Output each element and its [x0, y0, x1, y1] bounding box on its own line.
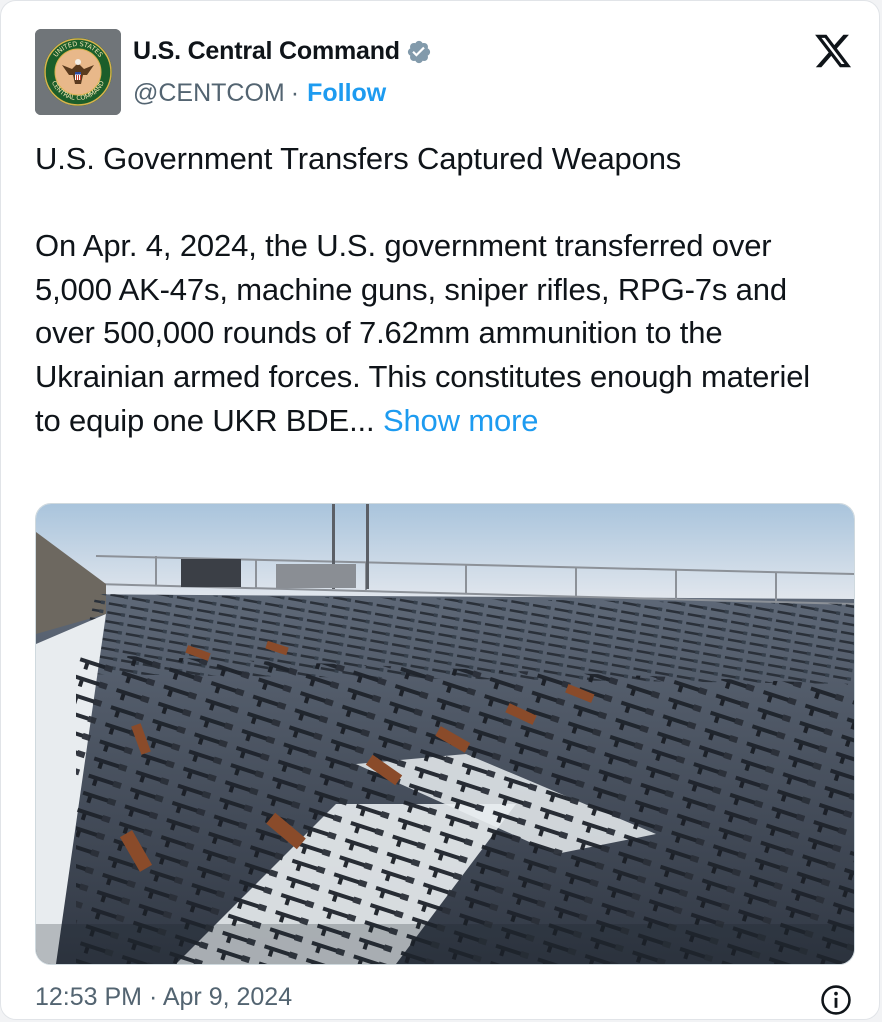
handle-separator: · [290, 79, 300, 107]
centcom-seal-icon: UNITED STATES CENTRAL COMMAND [35, 29, 121, 115]
follow-button[interactable]: Follow [307, 79, 386, 108]
author-handle-row: @CENTCOM · Follow [133, 79, 386, 108]
post-text: U.S. Government Transfers Captured Weapo… [35, 137, 835, 442]
author-name-row: U.S. Central Command [133, 37, 432, 66]
weapons-photo [36, 504, 854, 964]
show-more-link[interactable]: Show more [383, 403, 539, 438]
verified-badge-icon [407, 40, 430, 63]
x-logo-icon[interactable] [813, 31, 853, 71]
author-handle[interactable]: @CENTCOM [133, 79, 285, 108]
post-body: On Apr. 4, 2024, the U.S. government tra… [35, 224, 835, 442]
post-image[interactable] [35, 503, 855, 965]
post-timestamp[interactable]: 12:53 PM · Apr 9, 2024 [35, 983, 292, 1012]
info-icon[interactable] [819, 983, 853, 1017]
post-card[interactable]: UNITED STATES CENTRAL COMMAND U.S. Centr… [0, 0, 880, 1020]
avatar[interactable]: UNITED STATES CENTRAL COMMAND [35, 29, 121, 115]
post-title: U.S. Government Transfers Captured Weapo… [35, 141, 682, 176]
author-display-name[interactable]: U.S. Central Command [133, 37, 400, 66]
